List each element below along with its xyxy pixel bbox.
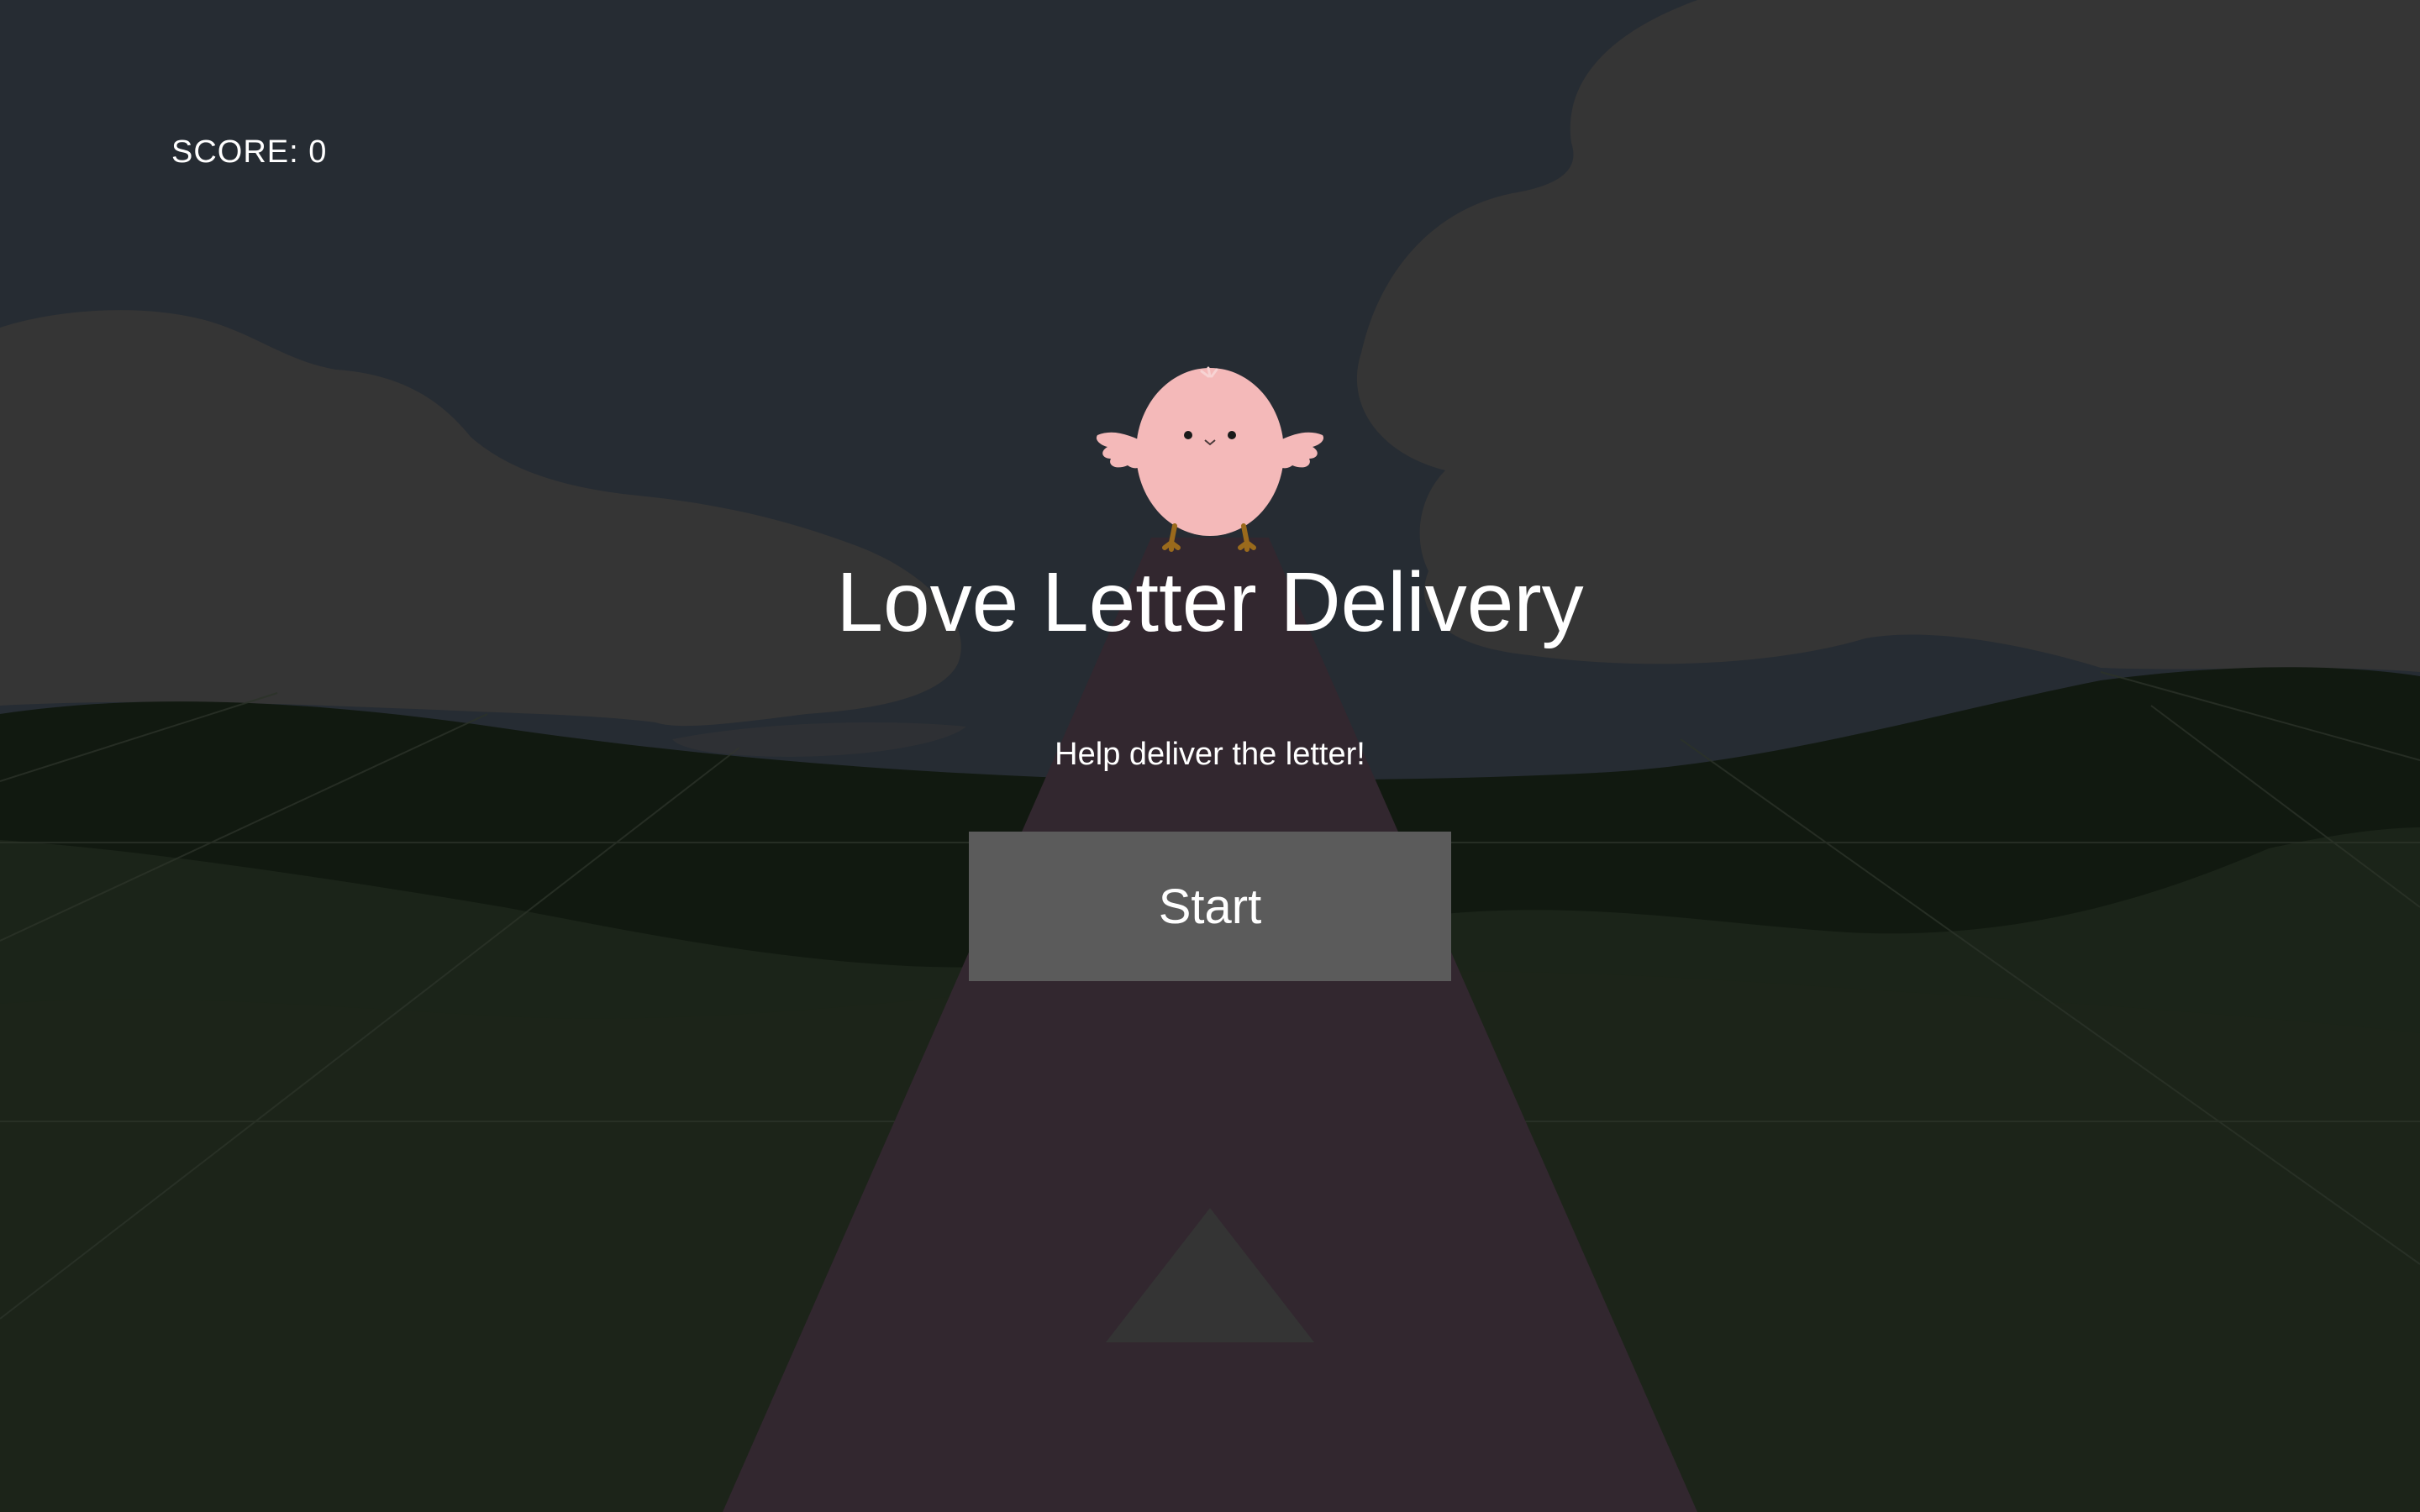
- up-arrow-shape: [1106, 1208, 1314, 1342]
- bird-left-eye: [1184, 431, 1192, 439]
- pink-chick-icon: [1096, 366, 1324, 552]
- bird-right-eye: [1228, 431, 1236, 439]
- up-arrow-icon[interactable]: [1106, 1208, 1314, 1342]
- score-label: SCORE: 0: [171, 134, 328, 170]
- game-title: Love Letter Delivery: [836, 555, 1584, 649]
- start-button-label: Start: [1158, 879, 1262, 934]
- bird-body: [1136, 368, 1284, 536]
- game-subtitle: Help deliver the letter!: [1055, 737, 1365, 772]
- start-button[interactable]: Start: [969, 832, 1451, 981]
- game-stage: SCORE: 0 Love Letter Delivery Help deliv…: [0, 0, 2420, 1512]
